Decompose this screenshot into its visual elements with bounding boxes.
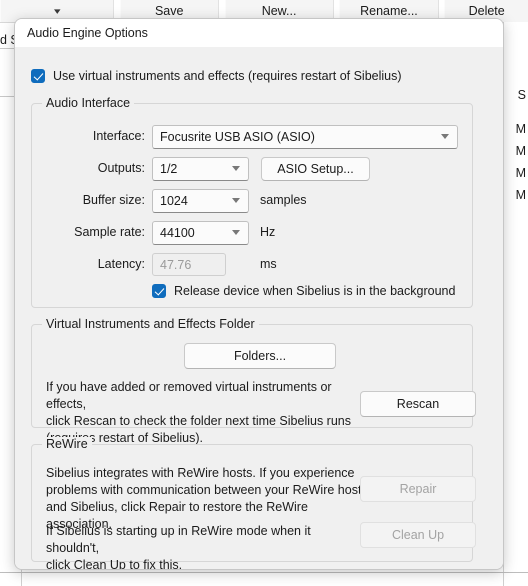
buffer-size-select-value: 1024 (160, 194, 188, 208)
interface-select[interactable]: Focusrite USB ASIO (ASIO) (152, 125, 458, 149)
repair-button[interactable]: Repair (360, 476, 476, 502)
background-right-item: M (515, 144, 526, 158)
virtual-instruments-folder-group-title: Virtual Instruments and Effects Folder (42, 317, 259, 331)
outputs-label: Outputs: (97, 161, 145, 175)
background-right-panel: S M M M M (503, 22, 528, 586)
use-virtual-instruments-label: Use virtual instruments and effects (req… (53, 69, 402, 83)
rewire-group-title: ReWire (42, 437, 92, 451)
chevron-down-icon (232, 230, 240, 235)
sample-rate-select-value: 44100 (160, 226, 195, 240)
background-right-item: M (515, 188, 526, 202)
audio-interface-group-title: Audio Interface (42, 96, 135, 110)
sample-rate-unit: Hz (260, 225, 276, 239)
background-bottom-divider (0, 572, 528, 573)
background-right-item: S (517, 88, 526, 102)
sample-rate-select[interactable]: 44100 (152, 221, 249, 245)
release-device-checkbox[interactable] (152, 284, 166, 298)
latency-unit: ms (260, 257, 277, 271)
audio-engine-options-dialog: Audio Engine Options Use virtual instrum… (14, 18, 504, 570)
asio-setup-button[interactable]: ASIO Setup... (261, 157, 370, 181)
background-right-item: M (515, 122, 526, 136)
dialog-title: Audio Engine Options (27, 26, 148, 40)
buffer-size-select[interactable]: 1024 (152, 189, 249, 213)
folders-button[interactable]: Folders... (184, 343, 336, 369)
chevron-down-icon: ▾ (53, 5, 61, 16)
clean-up-button[interactable]: Clean Up (360, 522, 476, 548)
release-device-checkbox-row[interactable]: Release device when Sibelius is in the b… (152, 284, 455, 298)
chevron-down-icon (441, 134, 449, 139)
latency-label: Latency: (97, 257, 145, 271)
buffer-size-label: Buffer size: (82, 193, 145, 207)
virtual-instruments-folder-group: Virtual Instruments and Effects Folder F… (31, 317, 476, 445)
outputs-select[interactable]: 1/2 (152, 157, 249, 181)
dialog-titlebar: Audio Engine Options (15, 19, 503, 47)
use-virtual-instruments-checkbox-row[interactable]: Use virtual instruments and effects (req… (31, 69, 402, 83)
rewire-group: ReWire Sibelius integrates with ReWire h… (31, 437, 476, 569)
dialog-body: Use virtual instruments and effects (req… (15, 47, 503, 569)
outputs-select-value: 1/2 (160, 162, 178, 176)
buffer-size-unit: samples (260, 193, 307, 207)
release-device-label: Release device when Sibelius is in the b… (174, 284, 456, 298)
use-virtual-instruments-checkbox[interactable] (31, 69, 45, 83)
interface-select-value: Focusrite USB ASIO (ASIO) (160, 130, 315, 144)
background-right-item: M (515, 166, 526, 180)
rescan-button[interactable]: Rescan (360, 391, 476, 417)
latency-value: 47.76 (160, 257, 192, 272)
chevron-down-icon (232, 198, 240, 203)
virtual-instruments-folder-description: If you have added or removed virtual ins… (46, 380, 351, 445)
rewire-description-2: If Sibelius is starting up in ReWire mod… (46, 524, 311, 570)
sample-rate-label: Sample rate: (74, 225, 145, 239)
interface-label: Interface: (92, 129, 145, 143)
chevron-down-icon (232, 166, 240, 171)
latency-field: 47.76 (152, 253, 226, 276)
audio-interface-group: Audio Interface Interface: Focusrite USB… (31, 96, 473, 308)
